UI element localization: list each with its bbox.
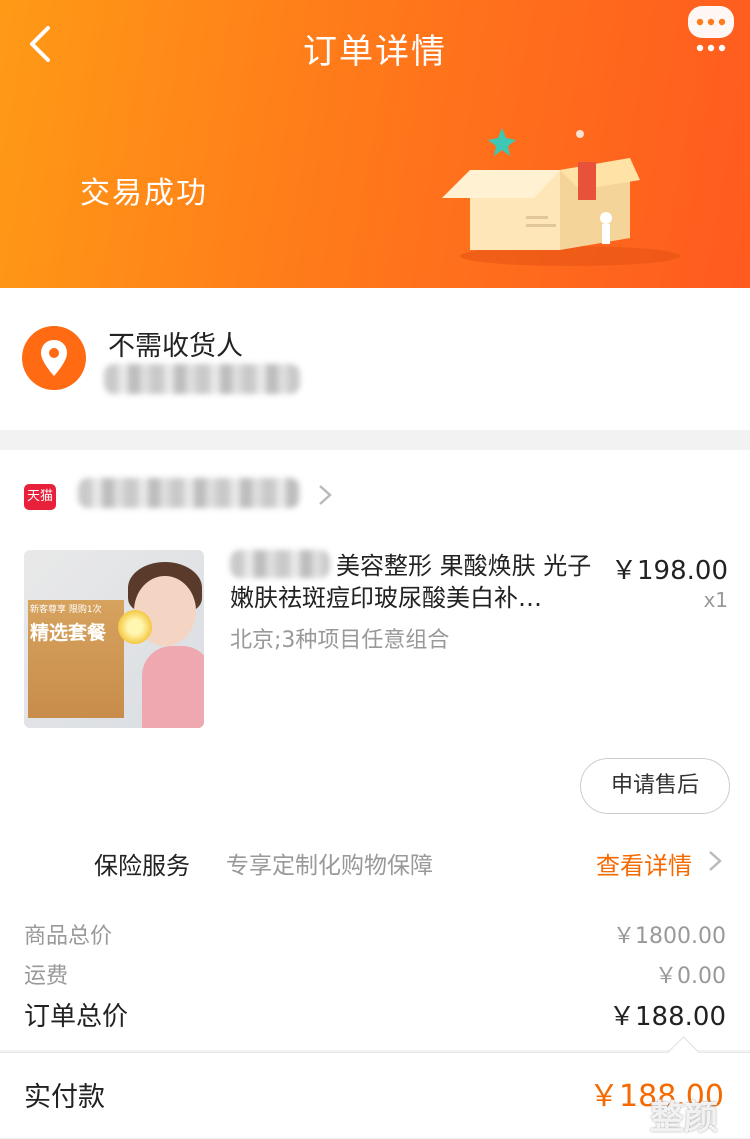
product-thumbnail[interactable]: 新客尊享 限购1次 精选套餐 (24, 550, 204, 728)
product-quantity: x1 (703, 588, 728, 612)
location-pin-icon (22, 326, 86, 390)
thumbnail-tag: 新客尊享 限购1次 (30, 605, 102, 615)
tmall-badge: 天猫 (24, 484, 56, 510)
package-illustration (442, 128, 680, 266)
thumbnail-title: 精选套餐 (30, 622, 107, 644)
shipping-label: 运费 (24, 964, 69, 989)
after-sale-button[interactable]: 申请售后 (580, 758, 730, 814)
paid-amount-label: 实付款 (24, 1082, 105, 1113)
order-card: 天猫 新客尊享 限购1次 精选套餐 美容整形 果酸焕肤 光子嫩肤祛斑痘印玻尿酸美… (0, 450, 750, 1050)
order-total-value: ￥188.00 (609, 1002, 726, 1032)
insurance-label: 保险服务 (94, 852, 190, 880)
recipient-name: 不需收货人 (108, 331, 243, 362)
watermark: 整颜 (650, 1098, 718, 1138)
product-price: ￥198.00 (611, 556, 728, 586)
goods-total-value: ￥1800.00 (613, 924, 726, 949)
insurance-description: 专享定制化购物保障 (226, 853, 433, 879)
redacted-address (104, 364, 300, 394)
page-title: 订单详情 (303, 32, 447, 72)
redacted-shop-name (78, 478, 300, 508)
order-header: 订单详情 交易成功 (0, 0, 750, 288)
shipping-value: ￥0.00 (655, 964, 726, 989)
goods-total-label: 商品总价 (24, 924, 113, 949)
chevron-right-icon[interactable] (318, 484, 332, 506)
address-section[interactable]: 不需收货人 (0, 288, 750, 430)
lemon-icon (118, 610, 152, 644)
product-title-text: 美容整形 果酸焕肤 光子嫩肤祛斑痘印玻尿酸美白补… (230, 552, 592, 612)
chevron-right-icon[interactable] (708, 850, 722, 872)
order-status: 交易成功 (80, 176, 208, 211)
model-body (142, 646, 204, 728)
product-title[interactable]: 美容整形 果酸焕肤 光子嫩肤祛斑痘印玻尿酸美白补… (230, 550, 602, 614)
more-menu-icon[interactable] (686, 4, 736, 54)
view-details-link[interactable]: 查看详情 (596, 846, 692, 881)
payment-bar: 实付款 ￥188.00 (0, 1036, 750, 1138)
product-spec: 北京;3种项目任意组合 (230, 628, 450, 653)
order-total-label: 订单总价 (24, 1002, 129, 1032)
